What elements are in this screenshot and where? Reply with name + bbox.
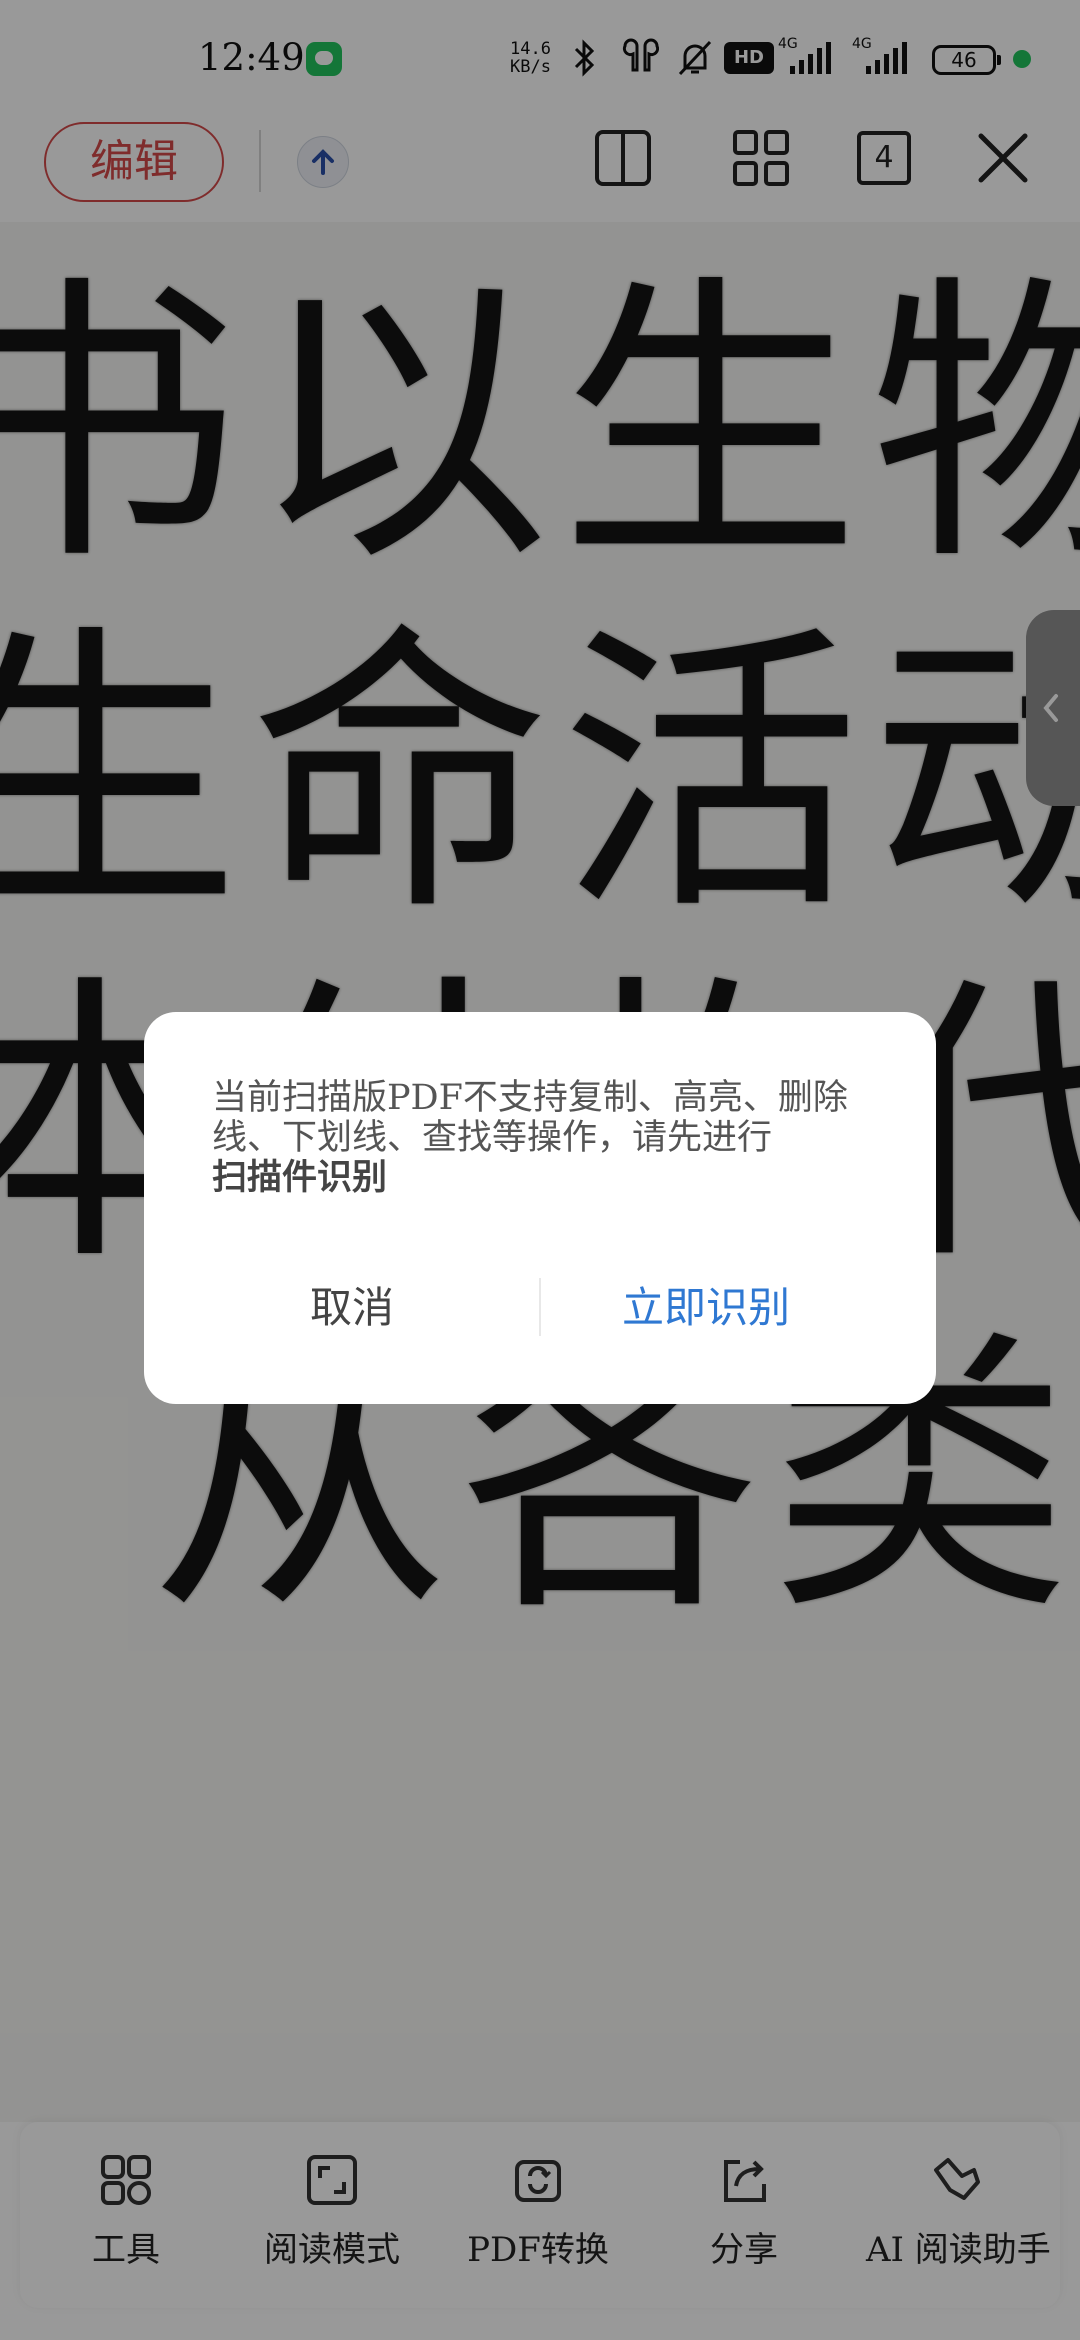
ocr-prompt-dialog: 当前扫描版PDF不支持复制、高亮、删除线、下划线、查找等操作，请先进行 扫描件识… [144, 1012, 936, 1404]
dialog-message-emphasis: 扫描件识别 [212, 1157, 388, 1198]
dialog-message-text: 当前扫描版PDF不支持复制、高亮、删除线、下划线、查找等操作，请先进行 [212, 1078, 848, 1158]
recognize-now-button[interactable]: 立即识别 [541, 1268, 871, 1348]
dialog-message: 当前扫描版PDF不支持复制、高亮、删除线、下划线、查找等操作，请先进行 扫描件识… [212, 1078, 872, 1198]
cancel-button[interactable]: 取消 [187, 1268, 517, 1348]
